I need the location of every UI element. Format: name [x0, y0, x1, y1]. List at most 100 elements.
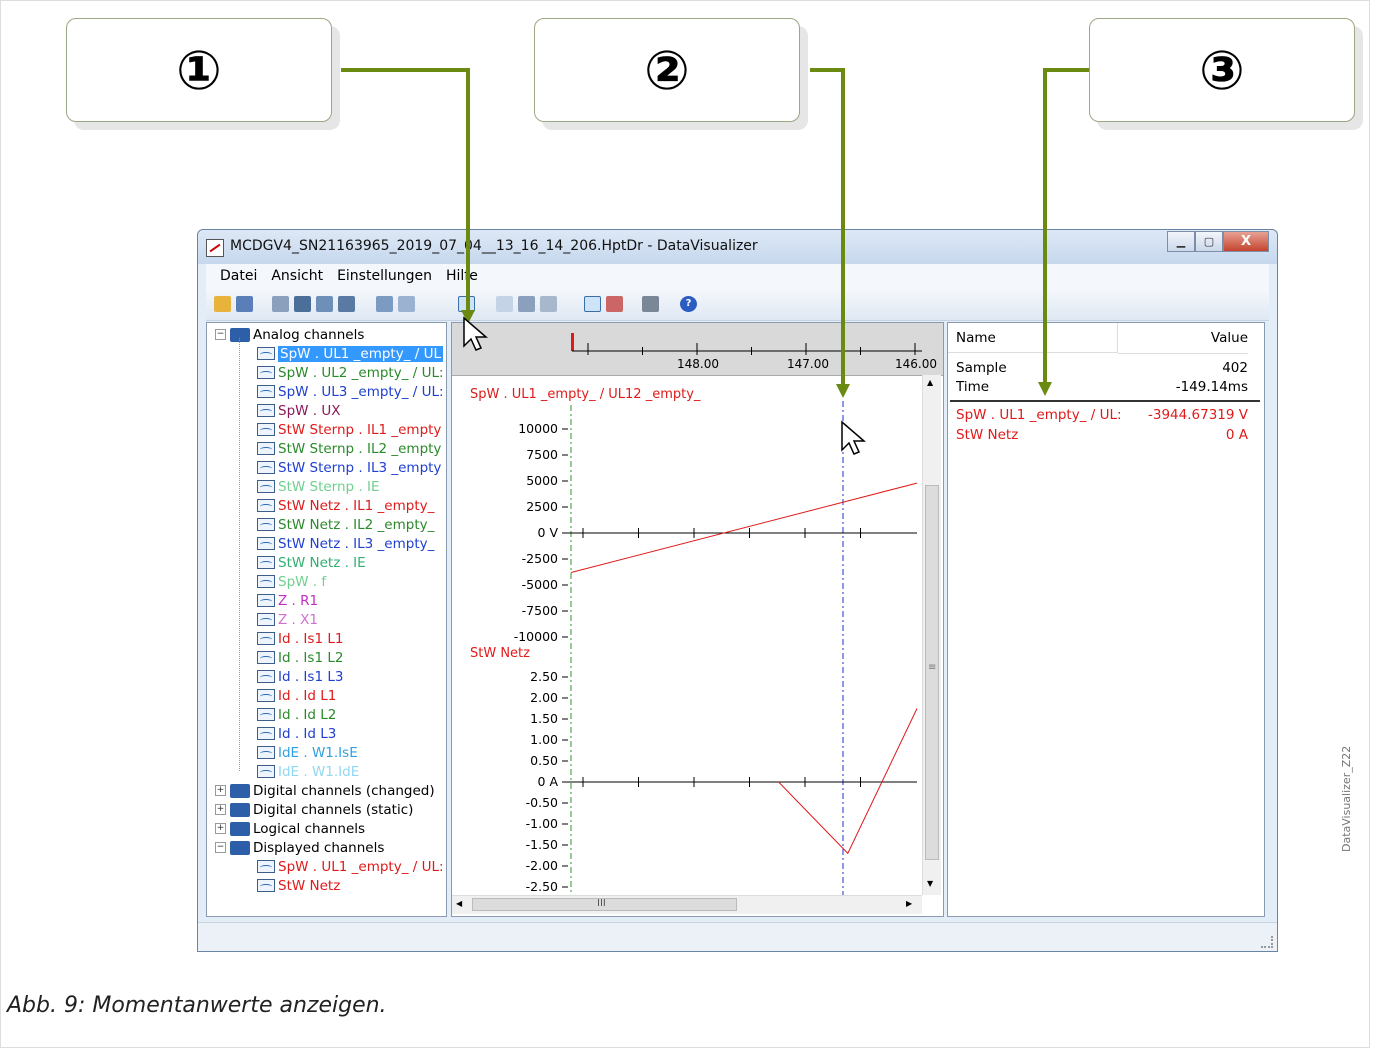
resize-grip[interactable]: [1261, 936, 1273, 948]
column-header-value[interactable]: Value: [1118, 323, 1248, 354]
menu-datei[interactable]: Datei: [220, 268, 257, 284]
tree-item-channel[interactable]: StW Netz . IE: [257, 553, 366, 572]
tree-item-channel[interactable]: StW Netz . IL1 _empty_: [257, 496, 434, 515]
table-icon[interactable]: [316, 296, 333, 312]
y-tick-label: -10000: [514, 629, 558, 644]
tree-item-channel[interactable]: SpW . UL1 _empty_ / UL: [257, 344, 443, 363]
channel-icon[interactable]: [376, 296, 393, 312]
maximize-button[interactable]: ▢: [1195, 231, 1223, 252]
y-tick-label: 1.00: [530, 732, 558, 747]
tree-item-channel[interactable]: IdE . W1.IsE: [257, 743, 358, 762]
side-label: DataVisualizer_Z22: [1340, 745, 1353, 852]
cursor-tool-icon[interactable]: [294, 296, 311, 312]
folder-icon: [230, 783, 250, 798]
vertical-scrollbar[interactable]: ▲ ≡ ▼: [922, 375, 941, 895]
hscroll-thumb[interactable]: III: [472, 898, 737, 911]
ruler-svg: 148.00 147.00 146.00: [571, 333, 937, 371]
momentary-values-icon[interactable]: [458, 296, 475, 312]
channel-tree: − Analog channels SpW . UL1 _empty_ / UL Sp…: [206, 322, 447, 917]
expand-icon[interactable]: +: [215, 785, 226, 796]
menu-einstellungen[interactable]: Einstellungen: [337, 268, 432, 284]
menu-ansicht[interactable]: Ansicht: [271, 268, 323, 284]
tree-item-displayed-channel[interactable]: SpW . UL1 _empty_ / UL:: [257, 857, 444, 876]
tree-item-label: StW Netz . IL1 _empty_: [278, 497, 435, 514]
minimize-button[interactable]: ▁: [1167, 231, 1195, 252]
value-name: Sample: [956, 360, 1007, 376]
tree-item-channel[interactable]: Id . Id L3: [257, 724, 336, 743]
channel-icon: [257, 385, 275, 398]
tree-item-displayed-channel[interactable]: StW Netz: [257, 876, 340, 895]
tree-item-label: Digital channels (static): [253, 801, 414, 818]
tree-item-channel[interactable]: Id . Id L1: [257, 686, 336, 705]
cursor-marker-icon[interactable]: [606, 296, 623, 312]
tree-item-label: StW Netz . IL3 _empty_: [278, 535, 435, 552]
tree-item-channel[interactable]: IdE . W1.IdE: [257, 762, 359, 781]
fit-width-icon[interactable]: [584, 296, 601, 312]
expand-icon[interactable]: +: [215, 823, 226, 834]
value-name: StW Netz: [956, 427, 1019, 443]
channel-icon: [257, 879, 275, 892]
help-icon[interactable]: ?: [680, 296, 697, 312]
tree-item-label: Z . R1: [278, 592, 319, 609]
tree-item-channel[interactable]: SpW . UX: [257, 401, 341, 420]
tree-item-channel[interactable]: StW Sternp . IL3 _empty: [257, 458, 441, 477]
tree-folder-analog[interactable]: − Analog channels: [215, 325, 364, 344]
tree-item-channel[interactable]: StW Sternp . IL1 _empty: [257, 420, 441, 439]
menu-hilfe[interactable]: Hilfe: [446, 268, 478, 284]
scroll-thumb[interactable]: ≡: [925, 485, 939, 860]
column-header-name[interactable]: Name: [948, 323, 1118, 353]
value-row-sample: Sample 402: [948, 360, 1248, 380]
tree-item-label: StW Sternp . IL2 _empty: [278, 440, 442, 457]
tree-folder-displayed[interactable]: − Displayed channels: [215, 838, 384, 857]
tree-item-channel[interactable]: Id . Id L2: [257, 705, 336, 724]
tree-folder[interactable]: + Logical channels: [215, 819, 365, 838]
tree-item-channel[interactable]: Z . X1: [257, 610, 318, 629]
channel-icon: [257, 423, 275, 436]
grid-icon[interactable]: [398, 296, 415, 312]
tree-item-channel[interactable]: Id . Is1 L1: [257, 629, 343, 648]
scroll-up-arrow[interactable]: ▲: [927, 378, 933, 387]
value-name: SpW . UL1 _empty_ / UL:: [956, 407, 1121, 423]
y-tick-label: 7500: [526, 447, 558, 462]
ruler-start-marker[interactable]: [571, 333, 574, 351]
expand-icon[interactable]: +: [215, 804, 226, 815]
print-icon[interactable]: [642, 296, 659, 312]
settings-icon[interactable]: [272, 296, 289, 312]
collapse-icon[interactable]: −: [215, 329, 226, 340]
scroll-down-arrow[interactable]: ▼: [927, 879, 933, 888]
tree-folder[interactable]: + Digital channels (static): [215, 800, 413, 819]
tree-item-channel[interactable]: SpW . UL2 _empty_ / UL:: [257, 363, 444, 382]
tree-item-channel[interactable]: SpW . UL3 _empty_ / UL:: [257, 382, 444, 401]
values-panel: Name Value Sample 402 Time -149.14ms SpW…: [947, 322, 1265, 917]
close-button[interactable]: X: [1223, 231, 1269, 252]
scroll-right-arrow[interactable]: ▶: [906, 899, 912, 908]
tree-item-channel[interactable]: StW Sternp . IL2 _empty: [257, 439, 441, 458]
value-row-channel: SpW . UL1 _empty_ / UL: -3944.67319 V: [948, 407, 1248, 427]
tree-item-label: SpW . UX: [278, 402, 341, 419]
zoom-out-icon[interactable]: [540, 296, 557, 312]
value-value: -149.14ms: [1175, 379, 1248, 395]
tree-item-channel[interactable]: SpW . f: [257, 572, 326, 591]
tree-item-label: IdE . W1.IsE: [278, 744, 358, 761]
save-icon[interactable]: [236, 296, 253, 312]
callout-label: ②: [644, 38, 690, 102]
y-tick-label: 0 V: [538, 525, 559, 540]
window-icon[interactable]: [338, 296, 355, 312]
zoom-1-1-icon[interactable]: [496, 296, 513, 312]
tree-item-channel[interactable]: Id . Is1 L3: [257, 667, 343, 686]
tree-item-label: Analog channels: [253, 326, 365, 343]
open-folder-icon[interactable]: [214, 296, 231, 312]
tree-item-channel[interactable]: StW Sternp . IE: [257, 477, 380, 496]
channel-icon: [257, 689, 275, 702]
channel-icon: [257, 480, 275, 493]
tree-item-channel[interactable]: Id . Is1 L2: [257, 648, 343, 667]
tree-item-label: SpW . UL3 _empty_ / UL:: [278, 383, 444, 400]
tree-item-channel[interactable]: Z . R1: [257, 591, 318, 610]
horizontal-scrollbar[interactable]: ◀ III ▶: [452, 895, 922, 914]
tree-item-channel[interactable]: StW Netz . IL3 _empty_: [257, 534, 434, 553]
tree-folder[interactable]: + Digital channels (changed): [215, 781, 435, 800]
zoom-in-icon[interactable]: [518, 296, 535, 312]
collapse-icon[interactable]: −: [215, 842, 226, 853]
scroll-left-arrow[interactable]: ◀: [456, 899, 462, 908]
tree-item-channel[interactable]: StW Netz . IL2 _empty_: [257, 515, 434, 534]
